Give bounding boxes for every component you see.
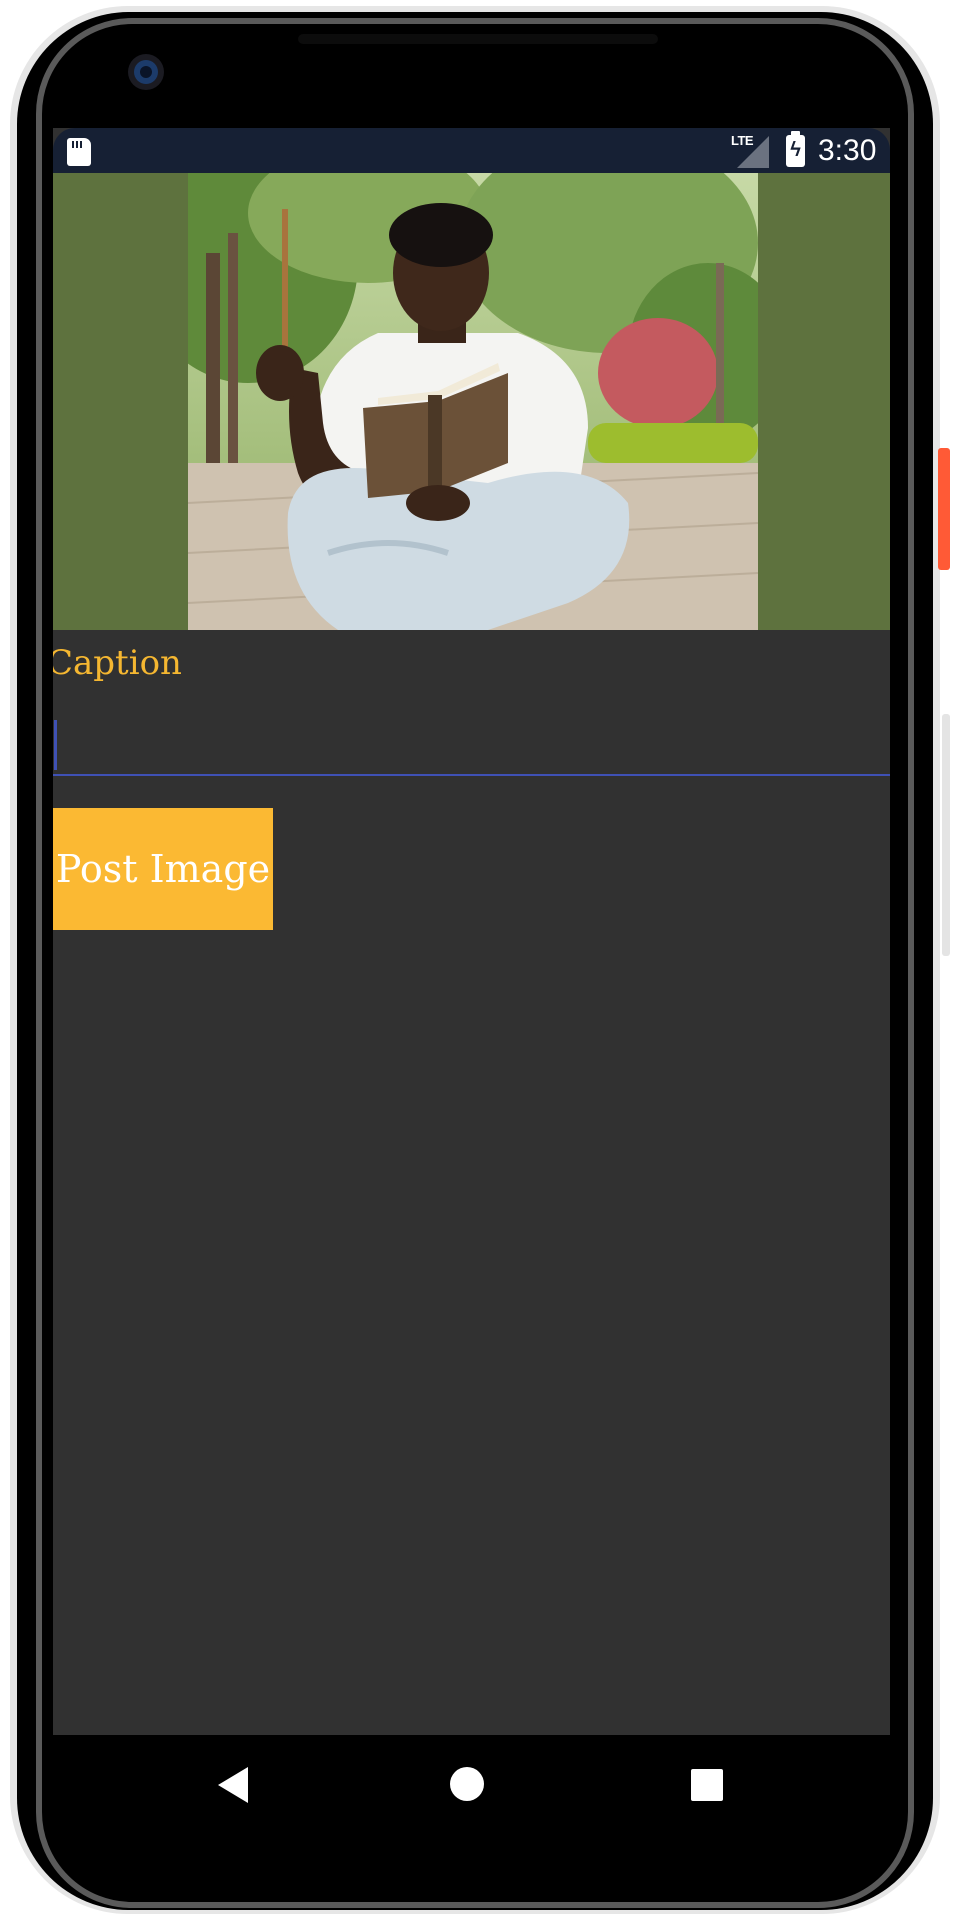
home-icon[interactable]	[450, 1767, 484, 1801]
sd-card-icon	[67, 138, 91, 166]
post-image-button[interactable]: Post Image	[53, 808, 273, 930]
network-type: LTE	[731, 133, 754, 148]
photo-man-reading-book	[188, 173, 758, 630]
app-screen: LTE ϟ 3:30 Caption Post Image	[53, 128, 890, 1735]
power-button[interactable]	[938, 448, 950, 570]
battery-charging-icon: ϟ	[786, 131, 805, 167]
text-cursor	[54, 720, 57, 770]
selected-image-preview[interactable]	[53, 173, 890, 630]
back-icon[interactable]	[218, 1767, 248, 1803]
volume-button[interactable]	[942, 714, 950, 956]
caption-input[interactable]	[53, 716, 890, 776]
recents-icon[interactable]	[691, 1769, 723, 1801]
speaker-grille	[298, 34, 658, 44]
status-bar: LTE ϟ 3:30	[53, 128, 890, 173]
caption-label: Caption	[53, 643, 182, 683]
front-camera-icon	[128, 54, 164, 90]
status-clock: 3:30	[818, 134, 877, 167]
navigation-bar	[53, 1735, 890, 1827]
